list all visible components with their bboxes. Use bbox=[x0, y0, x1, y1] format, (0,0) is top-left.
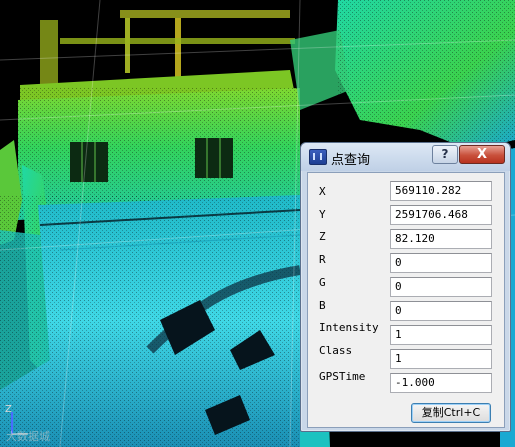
field-value-class[interactable]: 1 bbox=[390, 349, 492, 369]
point-query-dialog[interactable]: 点查询 ? X X 569110.282 Y 2591706.468 Z 82.… bbox=[300, 142, 511, 432]
field-value-z[interactable]: 82.120 bbox=[390, 229, 492, 249]
field-label-gpstime: GPSTime bbox=[319, 370, 366, 383]
field-label-g: G bbox=[319, 276, 326, 289]
field-label-intensity: Intensity bbox=[319, 321, 379, 334]
axis-z-label: Z bbox=[5, 404, 12, 415]
field-value-x[interactable]: 569110.282 bbox=[390, 181, 492, 201]
close-button[interactable]: X bbox=[459, 145, 505, 164]
field-value-intensity[interactable]: 1 bbox=[390, 325, 492, 345]
app-icon bbox=[309, 149, 327, 165]
field-value-g[interactable]: 0 bbox=[390, 277, 492, 297]
dialog-client-area: X 569110.282 Y 2591706.468 Z 82.120 R 0 … bbox=[307, 172, 505, 428]
field-label-r: R bbox=[319, 253, 326, 266]
dialog-titlebar[interactable]: 点查询 ? X bbox=[301, 143, 510, 171]
field-value-r[interactable]: 0 bbox=[390, 253, 492, 273]
field-value-gpstime[interactable]: -1.000 bbox=[390, 373, 492, 393]
field-label-y: Y bbox=[319, 208, 326, 221]
field-label-x: X bbox=[319, 185, 326, 198]
copy-button[interactable]: 复制Ctrl+C bbox=[411, 403, 491, 423]
field-label-z: Z bbox=[319, 230, 326, 243]
help-button[interactable]: ? bbox=[432, 145, 458, 164]
field-label-b: B bbox=[319, 299, 326, 312]
field-value-y[interactable]: 2591706.468 bbox=[390, 205, 492, 225]
field-value-b[interactable]: 0 bbox=[390, 301, 492, 321]
dialog-title: 点查询 bbox=[331, 153, 371, 168]
watermark-text: 大数据城 bbox=[6, 430, 50, 443]
field-label-class: Class bbox=[319, 344, 353, 357]
